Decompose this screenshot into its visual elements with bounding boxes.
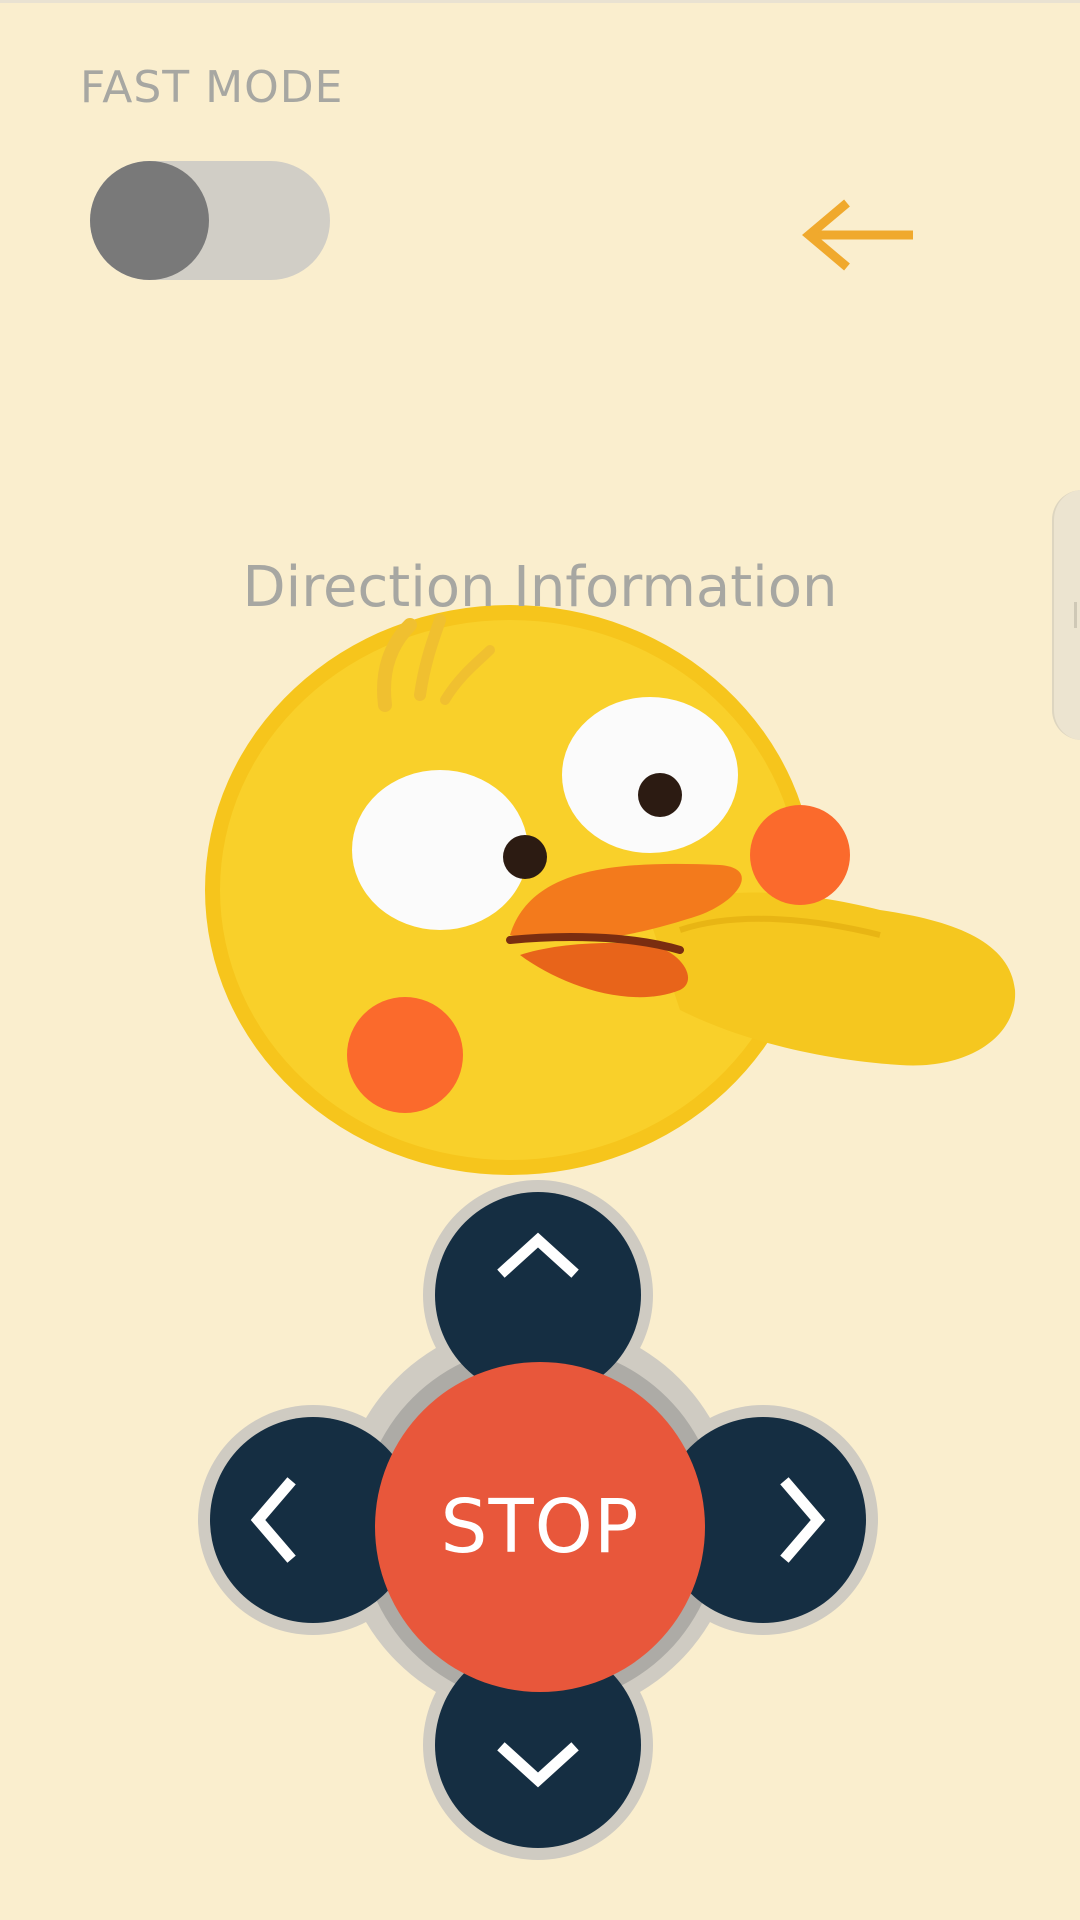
direction-pad: STOP [190,1180,890,1880]
robot-control-screen: FAST MODE Direction Information STOP [0,0,1080,1920]
top-divider [0,0,1080,3]
fast-mode-toggle[interactable] [90,161,330,280]
back-button[interactable] [795,195,920,275]
stop-button[interactable]: STOP [375,1362,705,1692]
toggle-knob[interactable] [90,161,209,280]
arrow-left-icon [802,199,913,271]
direction-information-label: Direction Information [242,555,838,620]
fast-mode-label: FAST MODE [80,62,344,113]
chick-illustration [205,605,1016,1175]
